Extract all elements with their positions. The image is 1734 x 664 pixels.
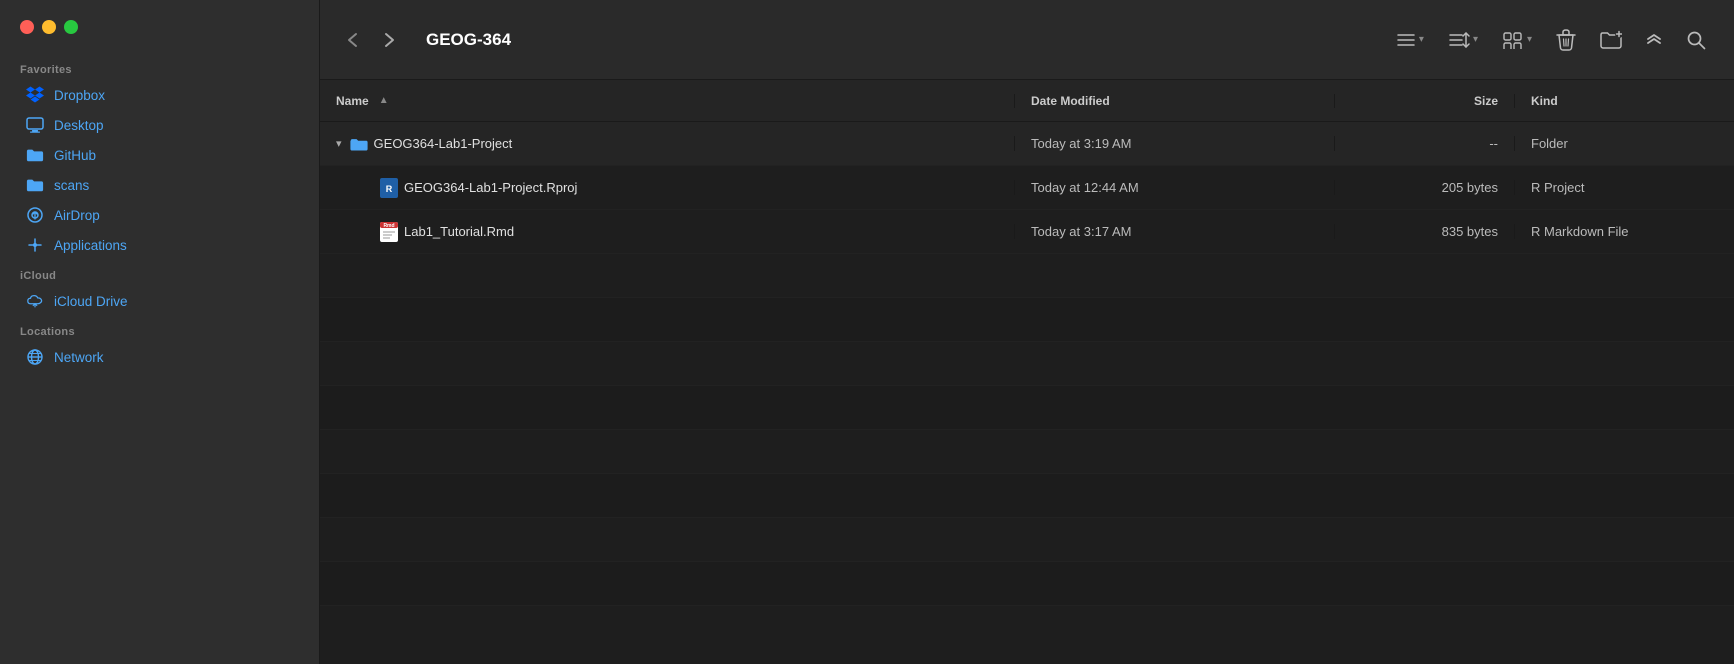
network-icon — [26, 348, 44, 366]
favorites-section-label: Favorites — [0, 54, 319, 80]
sidebar-item-network-label: Network — [54, 350, 104, 365]
icloud-section-label: iCloud — [0, 260, 319, 286]
empty-row — [320, 430, 1734, 474]
col-size-header[interactable]: Size — [1334, 94, 1514, 108]
maximize-button[interactable] — [64, 20, 78, 34]
applications-icon — [26, 236, 44, 254]
file-kind-col: R Project — [1514, 180, 1734, 195]
sidebar-item-github-label: GitHub — [54, 148, 96, 163]
back-button[interactable] — [340, 26, 366, 54]
col-name-label: Name — [336, 94, 369, 108]
empty-row — [320, 386, 1734, 430]
sort-view-button[interactable]: ▾ — [1440, 26, 1486, 54]
file-name-col: Rmd Lab1_Tutorial.Rmd — [320, 223, 1014, 241]
close-button[interactable] — [20, 20, 34, 34]
main-content: GEOG-364 ▾ — [320, 0, 1734, 664]
file-name-col: ▾ GEOG364-Lab1-Project — [320, 135, 1014, 153]
file-name: GEOG364-Lab1-Project.Rproj — [404, 180, 577, 195]
folder-icon — [350, 135, 368, 153]
sidebar-item-airdrop[interactable]: AirDrop — [6, 201, 313, 229]
sidebar-item-icloud-drive[interactable]: iCloud Drive — [6, 287, 313, 315]
locations-section-label: Locations — [0, 316, 319, 342]
folder-icon — [26, 146, 44, 164]
folder-icon — [26, 176, 44, 194]
sidebar-item-scans-label: scans — [54, 178, 89, 193]
empty-row — [320, 562, 1734, 606]
sidebar-item-dropbox[interactable]: Dropbox — [6, 81, 313, 109]
expand-chevron: ▾ — [336, 137, 342, 150]
toolbar-controls: ▾ ▾ — [1388, 24, 1714, 56]
more-button[interactable] — [1638, 26, 1670, 54]
sidebar-item-desktop[interactable]: Desktop — [6, 111, 313, 139]
grid-view-button[interactable]: ▾ — [1494, 26, 1540, 54]
list-view-chevron: ▾ — [1419, 34, 1424, 45]
sidebar-item-github[interactable]: GitHub — [6, 141, 313, 169]
sort-arrow: ▲ — [379, 95, 389, 106]
window-controls — [0, 20, 319, 54]
sidebar-item-applications-label: Applications — [54, 238, 127, 253]
sidebar-item-airdrop-label: AirDrop — [54, 208, 100, 223]
empty-row — [320, 518, 1734, 562]
sidebar: Favorites Dropbox Desktop — [0, 0, 320, 664]
dropbox-icon — [26, 86, 44, 104]
rproj-icon: R — [380, 179, 398, 197]
file-name: GEOG364-Lab1-Project — [374, 136, 513, 151]
file-size-col: 835 bytes — [1334, 224, 1514, 239]
file-rows: ▾ GEOG364-Lab1-Project Today at 3:19 AM … — [320, 122, 1734, 664]
col-name-header[interactable]: Name ▲ — [320, 94, 1014, 108]
empty-row — [320, 298, 1734, 342]
new-folder-button[interactable] — [1592, 25, 1630, 55]
sidebar-item-applications[interactable]: Applications — [6, 231, 313, 259]
col-date-header[interactable]: Date Modified — [1014, 94, 1334, 108]
desktop-icon — [26, 116, 44, 134]
search-button[interactable] — [1678, 25, 1714, 55]
empty-row — [320, 342, 1734, 386]
toolbar: GEOG-364 ▾ — [320, 0, 1734, 80]
file-name-col: R GEOG364-Lab1-Project.Rproj — [320, 179, 1014, 197]
empty-row — [320, 474, 1734, 518]
file-date-col: Today at 3:19 AM — [1014, 136, 1334, 151]
sidebar-item-dropbox-label: Dropbox — [54, 88, 105, 103]
minimize-button[interactable] — [42, 20, 56, 34]
table-row[interactable]: R GEOG364-Lab1-Project.Rproj Today at 12… — [320, 166, 1734, 210]
table-row[interactable]: ▾ GEOG364-Lab1-Project Today at 3:19 AM … — [320, 122, 1734, 166]
rmd-icon: Rmd — [380, 223, 398, 241]
forward-button[interactable] — [376, 26, 402, 54]
file-size-col: -- — [1334, 136, 1514, 151]
list-view-button[interactable]: ▾ — [1388, 26, 1432, 54]
col-kind-header[interactable]: Kind — [1514, 94, 1734, 108]
file-date-col: Today at 3:17 AM — [1014, 224, 1334, 239]
grid-view-chevron: ▾ — [1527, 34, 1532, 45]
empty-row — [320, 254, 1734, 298]
sidebar-item-icloud-drive-label: iCloud Drive — [54, 294, 128, 309]
sidebar-item-network[interactable]: Network — [6, 343, 313, 371]
file-date-col: Today at 12:44 AM — [1014, 180, 1334, 195]
file-kind-col: Folder — [1514, 136, 1734, 151]
sidebar-item-desktop-label: Desktop — [54, 118, 104, 133]
table-row[interactable]: Rmd Lab1_Tutorial.Rmd Today at 3:17 AM 8… — [320, 210, 1734, 254]
file-name: Lab1_Tutorial.Rmd — [404, 224, 514, 239]
file-kind-col: R Markdown File — [1514, 224, 1734, 239]
nav-buttons — [340, 26, 402, 54]
svg-text:R: R — [386, 184, 393, 194]
airdrop-icon — [26, 206, 44, 224]
window-title: GEOG-364 — [426, 30, 511, 50]
file-size-col: 205 bytes — [1334, 180, 1514, 195]
file-list-header: Name ▲ Date Modified Size Kind — [320, 80, 1734, 122]
sidebar-item-scans[interactable]: scans — [6, 171, 313, 199]
trash-button[interactable] — [1548, 24, 1584, 56]
icloud-icon — [26, 292, 44, 310]
sort-view-chevron: ▾ — [1473, 34, 1478, 45]
svg-text:Rmd: Rmd — [383, 223, 394, 229]
